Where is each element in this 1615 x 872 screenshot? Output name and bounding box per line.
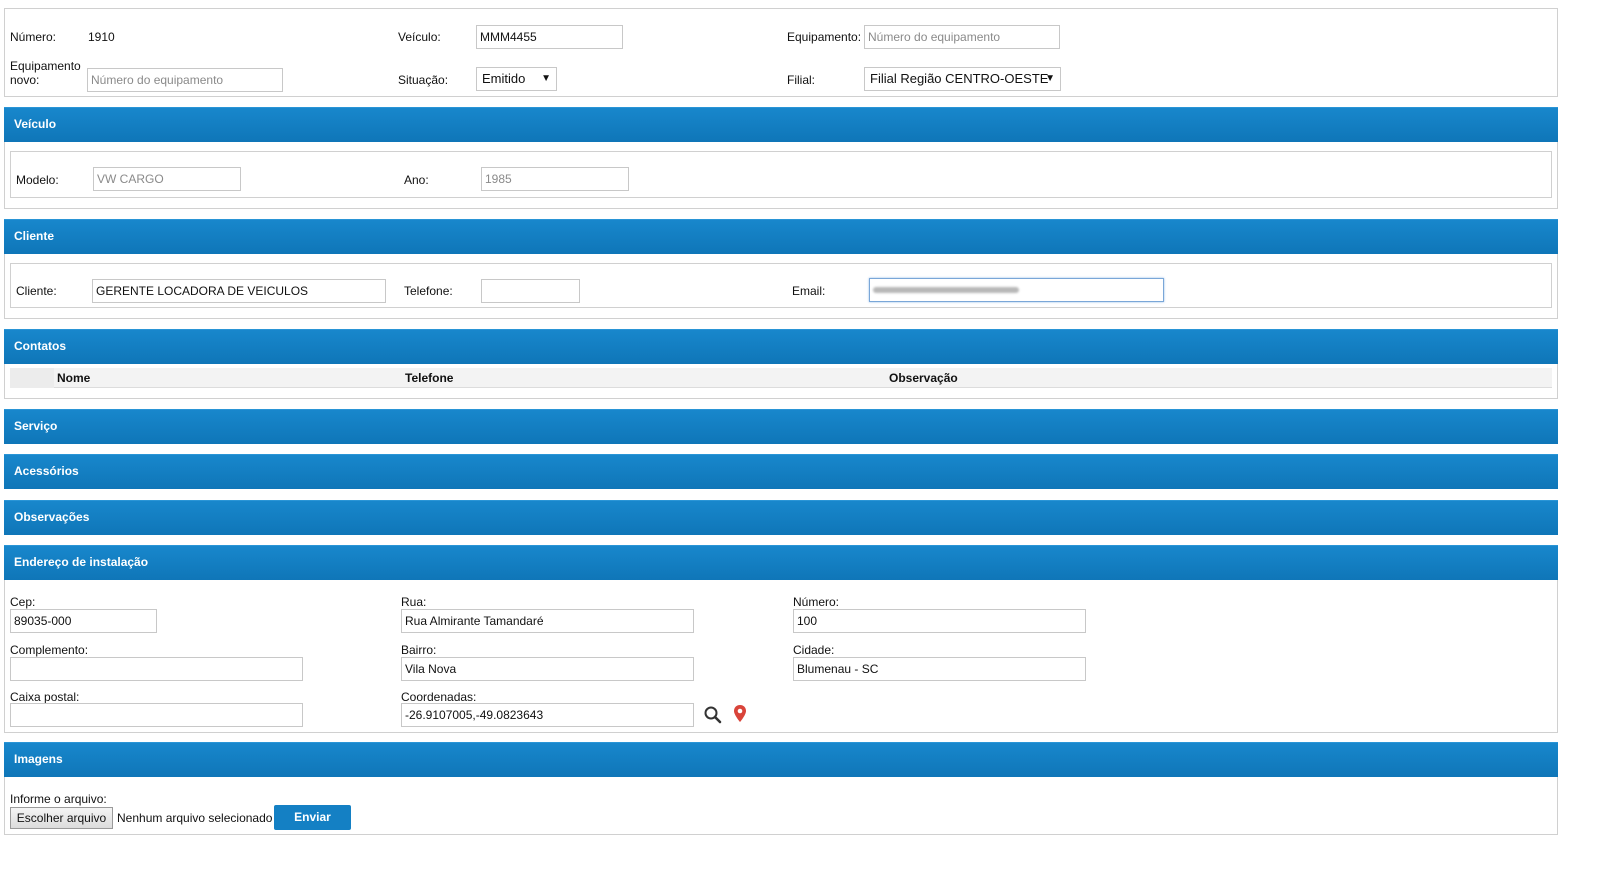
- equipamento-novo-label-1: Equipamento: [10, 59, 81, 73]
- contatos-section-header[interactable]: Contatos: [4, 329, 1558, 364]
- email-input[interactable]: [869, 278, 1164, 302]
- no-file-selected-text: Nenhum arquivo selecionado: [117, 811, 273, 825]
- caixa-postal-input[interactable]: [10, 703, 303, 727]
- dropdown-arrow-icon: ▼: [541, 73, 551, 84]
- modelo-input: [93, 167, 241, 191]
- numero-label: Número:: [10, 30, 57, 44]
- acessorios-section-header[interactable]: Acessórios: [4, 454, 1558, 489]
- cep-input[interactable]: [10, 609, 157, 633]
- cliente-label: Cliente:: [16, 284, 57, 298]
- bairro-input[interactable]: [401, 657, 694, 681]
- veiculo-label: Veículo:: [398, 30, 441, 44]
- complemento-label: Complemento:: [10, 643, 89, 657]
- observacoes-section-header[interactable]: Observações: [4, 500, 1558, 535]
- endereco-numero-label: Número:: [793, 595, 840, 609]
- telefone-input[interactable]: [481, 279, 580, 303]
- endereco-numero-input[interactable]: [793, 609, 1086, 633]
- endereco-section-header[interactable]: Endereço de instalação: [4, 545, 1558, 580]
- filial-select[interactable]: Filial Região CENTRO-OESTE ▼: [864, 67, 1061, 91]
- coordenadas-label: Coordenadas:: [401, 690, 477, 704]
- ano-label: Ano:: [404, 173, 429, 187]
- equipamento-label: Equipamento:: [787, 30, 862, 44]
- send-button[interactable]: Enviar: [274, 805, 351, 830]
- search-icon[interactable]: [703, 705, 723, 725]
- contatos-table-header: [10, 368, 1552, 388]
- imagens-section-header[interactable]: Imagens: [4, 742, 1558, 777]
- modelo-label: Modelo:: [16, 173, 59, 187]
- filial-select-value: Filial Região CENTRO-OESTE: [870, 71, 1049, 86]
- cidade-label: Cidade:: [793, 643, 835, 657]
- caixa-postal-label: Caixa postal:: [10, 690, 80, 704]
- servico-section-header[interactable]: Serviço: [4, 409, 1558, 444]
- email-label: Email:: [792, 284, 826, 298]
- filial-label: Filial:: [787, 73, 816, 87]
- dropdown-arrow-icon: ▼: [1045, 73, 1055, 84]
- table-header-observacao[interactable]: Observação: [889, 371, 958, 385]
- cliente-input[interactable]: [92, 279, 386, 303]
- veiculo-input[interactable]: [476, 25, 623, 49]
- table-header-telefone[interactable]: Telefone: [405, 371, 453, 385]
- coordenadas-input[interactable]: [401, 703, 694, 727]
- equipamento-input[interactable]: [864, 25, 1060, 49]
- ano-input: [481, 167, 629, 191]
- telefone-label: Telefone:: [404, 284, 453, 298]
- cliente-section-header[interactable]: Cliente: [4, 219, 1558, 254]
- situacao-select[interactable]: Emitido ▼: [476, 67, 557, 91]
- bairro-label: Bairro:: [401, 643, 437, 657]
- situacao-label: Situação:: [398, 73, 449, 87]
- equipamento-novo-label-2: novo:: [10, 73, 40, 87]
- numero-value: 1910: [88, 30, 115, 44]
- veiculo-inner-box: [10, 151, 1552, 198]
- informe-arquivo-label: Informe o arquivo:: [10, 792, 107, 806]
- cep-label: Cep:: [10, 595, 36, 609]
- contatos-table-select-col: [10, 368, 54, 388]
- cidade-input[interactable]: [793, 657, 1086, 681]
- situacao-select-value: Emitido: [482, 71, 526, 86]
- complemento-input[interactable]: [10, 657, 303, 681]
- equipamento-novo-input[interactable]: [87, 68, 283, 92]
- veiculo-section-header[interactable]: Veículo: [4, 107, 1558, 142]
- rua-label: Rua:: [401, 595, 427, 609]
- redacted-email: [873, 287, 1019, 293]
- choose-file-button[interactable]: Escolher arquivo: [10, 807, 113, 829]
- rua-input[interactable]: [401, 609, 694, 633]
- map-pin-icon[interactable]: [732, 704, 748, 724]
- table-header-nome[interactable]: Nome: [57, 371, 90, 385]
